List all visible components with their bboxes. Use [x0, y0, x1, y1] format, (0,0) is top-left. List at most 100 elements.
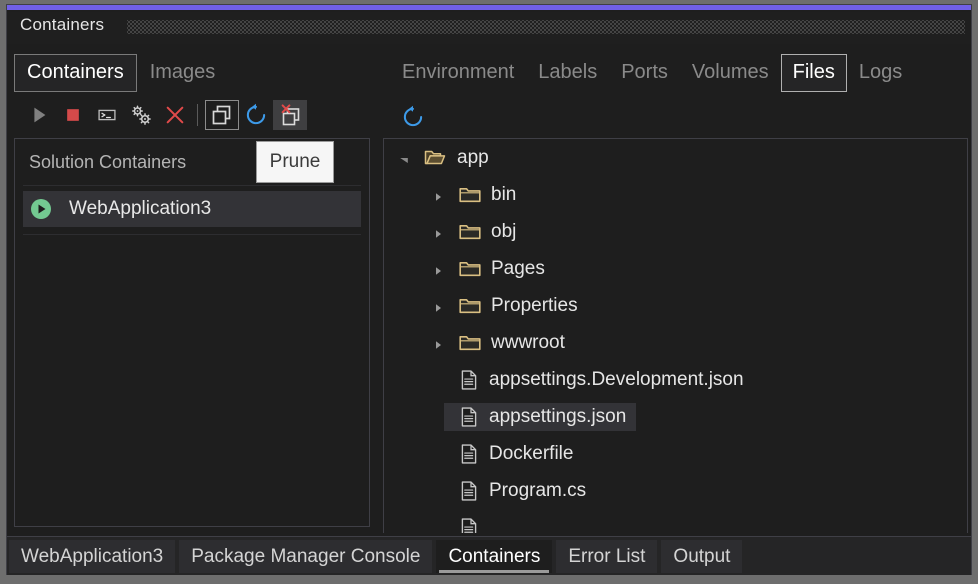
right-pane: Environment Labels Ports Volumes Files Logs a… [380, 46, 968, 533]
container-name: WebApplication3 [69, 198, 212, 219]
file-tree-folder[interactable]: wwwroot [384, 324, 967, 361]
prune-tooltip: Prune [256, 141, 334, 183]
bottom-tab-output[interactable]: Output [661, 540, 743, 573]
tree-item-label: bin [491, 183, 517, 205]
file-icon [458, 517, 480, 533]
folder-icon [458, 183, 482, 207]
tab-label: Files [792, 61, 835, 83]
tab-volumes[interactable]: Volumes [680, 54, 781, 92]
tree-item-label: wwwroot [491, 331, 565, 353]
file-tree-folder[interactable]: Pages [384, 250, 967, 287]
tree-item-label: app [457, 146, 489, 168]
left-subtab-images[interactable]: Images [137, 54, 229, 92]
file-tree[interactable]: app bin obj Pages Properties wwwroot appsettin… [383, 138, 968, 533]
tab-logs[interactable]: Logs [847, 54, 914, 92]
bottom-tab-label: WebApplication3 [21, 546, 164, 567]
tree-row-content: bin [444, 180, 526, 210]
chevron-right-icon[interactable] [432, 261, 448, 277]
files-toolbar [396, 102, 430, 134]
bottom-tab-containers[interactable]: Containers [436, 540, 553, 573]
tree-item-label: appsettings.json [489, 405, 627, 427]
page-title: Containers [20, 15, 105, 34]
file-tree-file[interactable]: Program.cs [384, 472, 967, 509]
detail-tab-bar: Environment Labels Ports Volumes Files Logs [390, 54, 914, 96]
window-bottom-edge [6, 575, 972, 580]
tab-labels[interactable]: Labels [526, 54, 609, 92]
left-subtab-label: Images [149, 61, 216, 83]
file-tree-folder[interactable]: app [384, 139, 967, 176]
file-tree-file[interactable]: Dockerfile [384, 435, 967, 472]
window-accent-bar [7, 5, 971, 10]
prune-icon [278, 103, 302, 127]
file-tree-folder[interactable]: obj [384, 213, 967, 250]
container-list-item[interactable]: WebApplication3 [23, 191, 361, 227]
bottom-tab-error-list[interactable]: Error List [556, 540, 658, 573]
bottom-tab-label: Output [673, 546, 731, 567]
tree-row-content [444, 514, 499, 533]
prune-button[interactable] [273, 100, 307, 130]
tree-row-content: Dockerfile [444, 440, 583, 468]
play-icon [28, 104, 50, 126]
bottom-tab-webapplication3[interactable]: WebApplication3 [9, 540, 176, 573]
folder-icon [458, 257, 482, 281]
tab-label: Logs [858, 61, 903, 83]
bottom-tab-label: Error List [568, 546, 646, 567]
tree-item-label: Pages [491, 257, 545, 279]
tree-row-content: app [410, 143, 499, 173]
tree-item-label: Dockerfile [489, 442, 574, 464]
tab-label: Labels [538, 61, 598, 83]
stop-button[interactable] [56, 100, 90, 130]
tab-environment[interactable]: Environment [390, 54, 526, 92]
folder-icon [458, 220, 482, 244]
remove-button[interactable] [158, 100, 192, 130]
settings-button[interactable] [124, 100, 158, 130]
running-play-icon [29, 197, 53, 221]
file-icon [458, 443, 480, 465]
refresh-files-button[interactable] [396, 102, 430, 132]
chevron-right-icon[interactable] [432, 335, 448, 351]
prune-tooltip-label: Prune [269, 151, 321, 172]
file-icon [458, 369, 480, 391]
left-subtab-label: Containers [27, 61, 124, 83]
start-button[interactable] [22, 100, 56, 130]
bottom-tab-strip: WebApplication3 Package Manager Console Co… [7, 536, 971, 576]
tab-label: Ports [621, 61, 668, 83]
terminal-button[interactable] [90, 100, 124, 130]
file-tree-file[interactable]: appsettings.json [384, 398, 967, 435]
file-tree-folder[interactable]: bin [384, 176, 967, 213]
window-titlebar[interactable]: Containers [7, 12, 971, 44]
bottom-tab-package-manager-console[interactable]: Package Manager Console [179, 540, 433, 573]
left-pane: Containers Images Solution Containers Web… [8, 46, 370, 533]
refresh-button[interactable] [239, 100, 273, 130]
left-subtab-containers[interactable]: Containers [14, 54, 137, 92]
list-row-divider [23, 234, 361, 235]
chevron-right-icon[interactable] [432, 224, 448, 240]
tree-item-label: appsettings.Development.json [489, 368, 744, 390]
chevron-right-icon[interactable] [432, 187, 448, 203]
refresh-icon [243, 102, 269, 128]
stop-square-icon [63, 105, 83, 125]
show-all-containers-button[interactable] [205, 100, 239, 130]
drag-handle-dots[interactable] [127, 20, 965, 34]
file-icon [458, 406, 480, 428]
bottom-tab-label: Package Manager Console [191, 546, 421, 567]
refresh-icon [403, 105, 423, 127]
tab-label: Environment [402, 61, 515, 83]
chevron-down-icon[interactable] [398, 150, 414, 166]
tree-item-label: Properties [491, 294, 578, 316]
file-tree-file[interactable] [384, 509, 967, 533]
close-x-icon [164, 104, 186, 126]
chevron-right-icon[interactable] [432, 298, 448, 314]
tab-ports[interactable]: Ports [609, 54, 680, 92]
tab-label: Volumes [691, 61, 769, 83]
folder-icon [458, 331, 482, 355]
file-tree-file[interactable]: appsettings.Development.json [384, 361, 967, 398]
file-tree-folder[interactable]: Properties [384, 287, 967, 324]
tab-files[interactable]: Files [780, 54, 847, 92]
file-icon [458, 480, 480, 502]
gears-icon [129, 103, 153, 127]
